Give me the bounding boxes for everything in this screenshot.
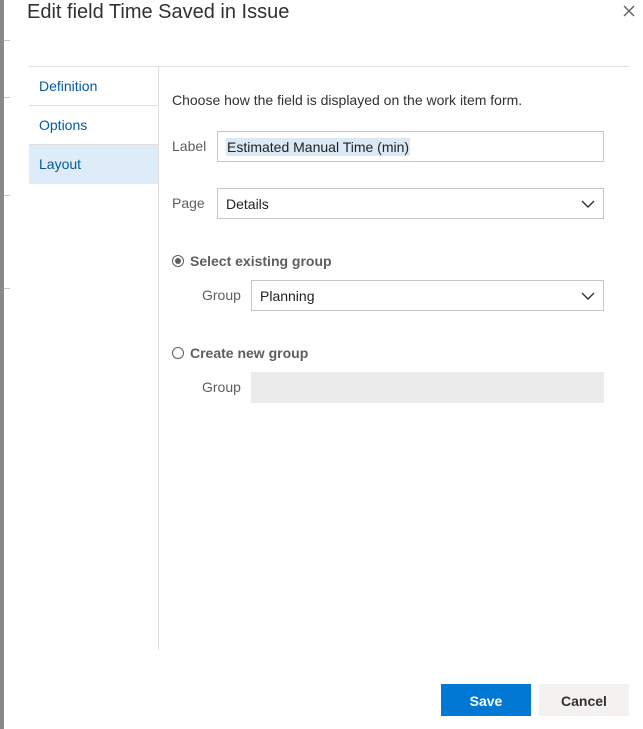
dialog-nav: Definition Options Layout bbox=[29, 67, 159, 650]
nav-item-layout[interactable]: Layout bbox=[29, 145, 158, 184]
nav-item-options[interactable]: Options bbox=[29, 106, 158, 145]
select-existing-group-label: Select existing group bbox=[190, 253, 332, 269]
chevron-down-icon bbox=[581, 292, 595, 300]
layout-panel: Choose how the field is displayed on the… bbox=[159, 67, 629, 650]
chevron-down-icon bbox=[581, 200, 595, 208]
backdrop-divider bbox=[4, 97, 10, 98]
backdrop-divider bbox=[4, 40, 10, 41]
label-input[interactable]: Estimated Manual Time (min) bbox=[217, 131, 604, 162]
create-new-group-radio[interactable]: Create new group bbox=[172, 345, 332, 363]
existing-group-field-label: Group bbox=[202, 287, 241, 303]
radio-checked-icon bbox=[172, 255, 184, 267]
backdrop-divider bbox=[4, 195, 10, 196]
existing-group-dropdown-value: Planning bbox=[260, 288, 315, 304]
select-existing-group-radio[interactable]: Select existing group bbox=[172, 253, 352, 271]
create-new-group-label: Create new group bbox=[190, 345, 309, 361]
label-input-value: Estimated Manual Time (min) bbox=[226, 138, 411, 156]
page-dropdown-value: Details bbox=[226, 196, 269, 212]
cancel-button[interactable]: Cancel bbox=[539, 684, 629, 716]
close-button[interactable] bbox=[620, 2, 638, 20]
nav-item-definition[interactable]: Definition bbox=[29, 67, 158, 106]
page-dropdown[interactable]: Details bbox=[217, 188, 604, 219]
backdrop-divider bbox=[4, 288, 10, 289]
dialog-title: Edit field Time Saved in Issue bbox=[27, 1, 290, 23]
edit-field-dialog: Edit field Time Saved in Issue Definitio… bbox=[0, 0, 643, 729]
radio-unchecked-icon bbox=[172, 347, 184, 359]
layout-intro-text: Choose how the field is displayed on the… bbox=[172, 92, 523, 108]
label-field-label: Label bbox=[172, 138, 207, 154]
close-icon bbox=[623, 5, 635, 17]
backdrop-edge bbox=[0, 0, 4, 729]
new-group-input bbox=[251, 372, 604, 403]
existing-group-dropdown[interactable]: Planning bbox=[251, 280, 604, 311]
save-button[interactable]: Save bbox=[441, 684, 531, 716]
new-group-field-label: Group bbox=[202, 379, 241, 395]
page-field-label: Page bbox=[172, 195, 205, 211]
